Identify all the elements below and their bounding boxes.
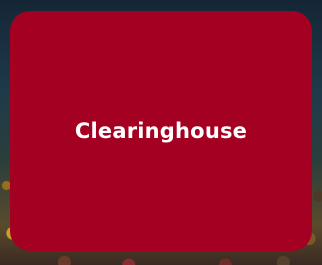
clearinghouse-tile[interactable]: Clearinghouse	[10, 11, 312, 251]
tile-title: Clearinghouse	[74, 119, 248, 143]
